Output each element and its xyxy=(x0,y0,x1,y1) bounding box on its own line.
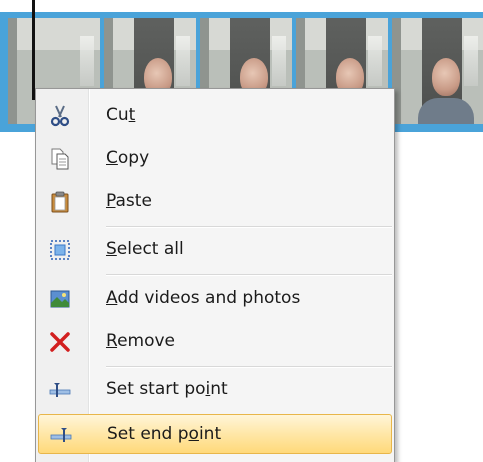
menu-item-set-end-point[interactable]: Set end point xyxy=(38,414,392,454)
menu-separator xyxy=(106,226,392,228)
menu-item-copy[interactable]: Copy xyxy=(38,139,392,179)
menu-separator xyxy=(106,274,392,276)
menu-item-paste[interactable]: Paste xyxy=(38,182,392,222)
playhead-indicator[interactable] xyxy=(32,0,35,100)
menu-item-select-all[interactable]: Select all xyxy=(38,230,392,270)
video-editor-workspace: Cut Copy Paste Select all Add videos and… xyxy=(0,0,483,462)
menu-item-add-videos-and-photos[interactable]: Add videos and photos xyxy=(38,279,392,319)
copy-icon xyxy=(48,147,72,171)
context-menu: Cut Copy Paste Select all Add videos and… xyxy=(35,88,395,462)
menu-item-label: Set end point xyxy=(107,424,222,444)
menu-item-label: Remove xyxy=(106,331,176,351)
menu-item-set-start-point[interactable]: Set start point xyxy=(38,370,392,410)
set-start-point-icon xyxy=(48,378,72,402)
select-all-icon xyxy=(48,238,72,262)
clipboard-icon xyxy=(48,190,72,214)
menu-item-label: Add videos and photos xyxy=(106,288,301,308)
scissors-icon xyxy=(48,104,72,128)
video-frame-thumbnail xyxy=(392,18,483,124)
set-end-point-icon xyxy=(49,423,73,447)
menu-item-label: Cut xyxy=(106,105,136,125)
menu-separator xyxy=(106,366,392,368)
remove-x-icon xyxy=(48,330,72,354)
add-media-icon xyxy=(48,287,72,311)
menu-item-label: Select all xyxy=(106,239,184,259)
menu-item-remove[interactable]: Remove xyxy=(38,322,392,362)
menu-item-cut[interactable]: Cut xyxy=(38,96,392,136)
menu-item-label: Paste xyxy=(106,191,152,211)
menu-item-label: Copy xyxy=(106,148,150,168)
menu-item-label: Set start point xyxy=(106,379,228,399)
